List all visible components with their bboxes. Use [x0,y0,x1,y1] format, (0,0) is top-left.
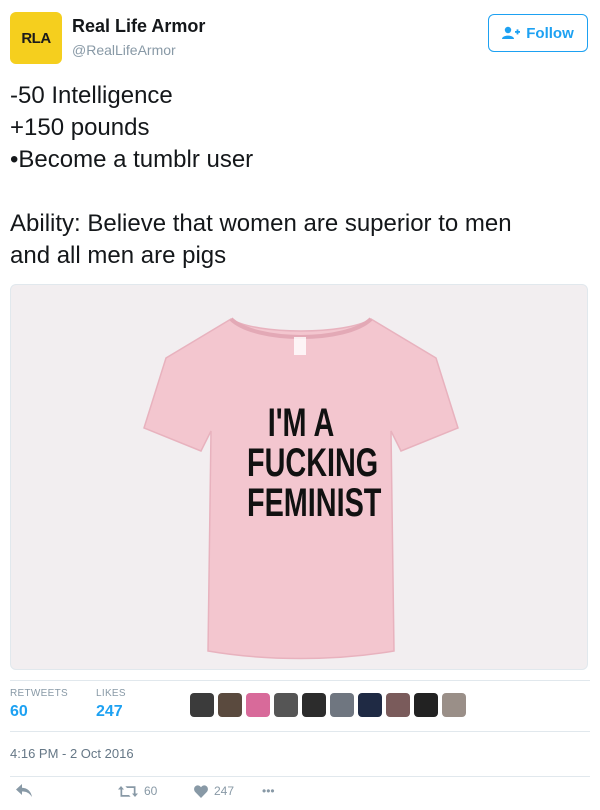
tweet-line: Ability: Believe that women are superior… [10,210,512,237]
add-user-icon [502,26,521,39]
liker-avatar[interactable] [302,693,326,717]
reply-button[interactable] [16,784,38,797]
follow-label: Follow [526,24,574,42]
likes-label: LIKES [96,688,126,699]
retweet-count: 60 [144,784,158,798]
heart-icon [194,784,208,798]
tweet-line: and all men are pigs [10,242,227,269]
liker-avatar[interactable] [246,693,270,717]
retweets-stat[interactable]: RETWEETS 60 [10,688,68,721]
liker-avatar[interactable] [190,693,214,717]
retweet-button[interactable]: 60 [118,784,157,798]
tweet-stats: RETWEETS 60 LIKES 247 [10,680,590,732]
liker-avatars [190,693,466,717]
shirt-text-line: I'M A [267,401,335,445]
tweet-actions: 60 247 ••• [10,776,590,802]
shirt-text-line: FEMINIST [247,481,382,525]
shirt-text-line: FUCKING [247,441,379,485]
like-count: 247 [214,784,235,798]
likes-count: 247 [96,703,123,720]
likes-stat[interactable]: LIKES 247 [96,688,126,721]
more-icon: ••• [262,784,275,798]
liker-avatar[interactable] [442,693,466,717]
retweet-icon [118,785,138,797]
follow-button[interactable]: Follow [488,14,588,52]
liker-avatar[interactable] [414,693,438,717]
tweet-spacer [10,176,590,208]
tweet-line: •Become a tumblr user [10,146,254,173]
author-name[interactable]: Real Life Armor [72,16,205,37]
retweets-count: 60 [10,703,28,720]
tweet-header: RLA Real Life Armor @RealLifeArmor Follo… [10,12,590,64]
liker-avatar[interactable] [386,693,410,717]
liker-avatar[interactable] [358,693,382,717]
more-button[interactable]: ••• [262,784,275,798]
tweet-media[interactable]: I'M A FUCKING FEMINIST [10,284,588,670]
liker-avatar[interactable] [218,693,242,717]
tweet-line: -50 Intelligence [10,82,173,109]
retweets-label: RETWEETS [10,688,68,699]
like-button[interactable]: 247 [194,784,234,798]
avatar[interactable]: RLA [10,12,62,64]
tweet-line: +150 pounds [10,114,150,141]
reply-icon [16,784,32,797]
liker-avatar[interactable] [274,693,298,717]
shirt-print: I'M A FUCKING FEMINIST [247,401,382,525]
tweet-timestamp[interactable]: 4:16 PM - 2 Oct 2016 [10,746,134,761]
author-handle[interactable]: @RealLifeArmor [72,42,176,58]
liker-avatar[interactable] [330,693,354,717]
tweet-text: -50 Intelligence +150 pounds •Become a t… [10,80,590,272]
